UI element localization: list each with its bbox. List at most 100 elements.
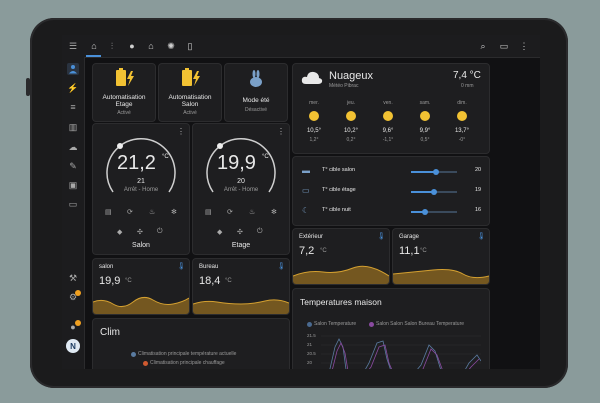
clim-card: Clim Climatisation principale températur… (92, 318, 290, 369)
fan-icon[interactable]: ✣ (137, 228, 143, 236)
lightning-icon[interactable]: ⚡ (67, 82, 79, 94)
search-icon[interactable]: ⌕ (477, 40, 489, 52)
forecast-high: 9,9° (419, 128, 431, 134)
sun-icon (346, 111, 356, 121)
power-icon[interactable]: ⏻ (257, 228, 263, 236)
forecast-low: 1,2° (309, 137, 319, 143)
sidebar: ☰ ⚡ ≡ ▥ ☁ ✎ ▣ ▭ ⚒ ⚙ ● N (62, 35, 85, 369)
auto-icon[interactable]: ⟳ (227, 208, 233, 216)
tile-automation-salon[interactable]: Automatisation Salon Activé (158, 63, 222, 122)
moon-icon: ☾ (302, 206, 310, 215)
thermostat-name: Salon (132, 242, 150, 249)
setpoint-value: 16 (475, 207, 482, 213)
sparkline (393, 269, 489, 284)
setpoint-slider[interactable] (411, 209, 457, 215)
forecast-day: sam. (419, 100, 431, 106)
thermometer-icon: 🌡 (177, 263, 186, 270)
setpoint-value: 19 (475, 187, 482, 193)
forecast-low: 0,5° (420, 137, 430, 143)
sensor-unit: °C (420, 248, 427, 254)
forecast-low: -1,1° (382, 137, 394, 143)
weather-location: Météo Pibrac (329, 83, 359, 89)
top-bar: ⌂ ⫶ ● ⌂ ✺ ▯ ⌕ ▭ ⋮ (84, 35, 540, 58)
sun-icon (309, 111, 319, 121)
calendar-icon[interactable]: ▤ (105, 208, 112, 216)
lightbulb-icon[interactable]: ✺ (165, 40, 177, 52)
menu-icon[interactable]: ☰ (67, 40, 79, 52)
weather-card[interactable]: Nuageux Météo Pibrac 7,4 °C 0 mm mer. 10… (292, 63, 490, 154)
tile-label-1: Automatisation (168, 94, 212, 101)
sensor-value: 18,4 (199, 275, 221, 287)
auto-icon[interactable]: ⟳ (127, 208, 133, 216)
sun-icon (457, 111, 467, 121)
sparkline (193, 299, 289, 314)
house-icon[interactable]: ⌂ (145, 40, 157, 52)
thermometer-icon: 🌡 (377, 233, 386, 240)
heat-icon[interactable]: ♨ (249, 208, 255, 216)
clim-title: Clim (100, 327, 120, 338)
forecast-high: 10,5° (306, 128, 322, 134)
legend-item: Salon Salon Salon Bureau Temperature (376, 321, 465, 327)
media-icon[interactable]: ▣ (67, 179, 79, 191)
forecast-day: mer. (309, 100, 319, 106)
list-icon[interactable]: ≡ (67, 101, 79, 113)
tile-label-1: Mode été (242, 97, 270, 104)
setpoint-label: T° cible étage (322, 187, 356, 193)
thermometer-icon: 🌡 (477, 233, 486, 240)
hvac-state: Arrêt - Home (223, 187, 259, 193)
power-icon[interactable]: ⏻ (157, 228, 163, 236)
setpoint-slider[interactable] (411, 169, 457, 175)
setpoint-slider[interactable] (411, 189, 457, 195)
sensor-card-garage[interactable]: Garage 🌡 11,1 °C (392, 228, 490, 285)
setpoint-label: T° cible salon (322, 167, 356, 173)
calendar-icon[interactable]: ▤ (205, 208, 212, 216)
drop-icon[interactable]: ◆ (117, 228, 122, 236)
sensor-unit: °C (125, 278, 132, 284)
weather-precip: 0 mm (461, 83, 474, 89)
user-icon[interactable]: ● (126, 40, 138, 52)
avatar[interactable]: N (66, 339, 80, 353)
terminal-icon[interactable]: ▭ (67, 198, 79, 210)
sensor-card-exterieur[interactable]: Extérieur 🌡 7,2 °C (292, 228, 390, 285)
sliders-icon[interactable]: ⫶ (106, 40, 118, 52)
chart-icon[interactable]: ▥ (67, 121, 79, 133)
hammer-icon[interactable]: ⚒ (67, 272, 79, 284)
legend-item: Climatisation principale température act… (138, 351, 237, 357)
thermostat-card-etage[interactable]: ⋮ 19,9 °C 20 Arrêt - Home ▤ ⟳ ♨ ✻ ◆ ✣ ⏻ … (192, 123, 290, 255)
more-icon[interactable]: ⋮ (518, 40, 530, 52)
chat-icon[interactable]: ▭ (498, 40, 510, 52)
snowflake-icon[interactable]: ✻ (271, 208, 277, 216)
tile-label-2: Etage (115, 101, 133, 108)
notification-badge-2 (75, 320, 81, 326)
thermostat-card-salon[interactable]: ⋮ 21,2 °C 21 Arrêt - Home ▤ ⟳ ♨ ✻ ◆ ✣ ⏻ … (92, 123, 190, 255)
weather-condition: Nuageux (329, 70, 374, 82)
person-icon[interactable] (67, 63, 79, 75)
sensor-value: 11,1 (399, 245, 420, 257)
dashboard-screen: ☰ ⚡ ≡ ▥ ☁ ✎ ▣ ▭ ⚒ ⚙ ● N ⌂ ⫶ ● ⌂ ✺ ▯ ⌕ ▭ … (62, 35, 540, 369)
trash-icon[interactable]: ▯ (184, 40, 196, 52)
thermostat-name: Etage (231, 242, 251, 249)
forecast-day: dim. (457, 100, 467, 106)
tile-status: Activé (117, 110, 131, 116)
tile-automation-etage[interactable]: Automatisation Etage Activé (92, 63, 156, 122)
forecast-high: 9,6° (382, 128, 394, 134)
sun-icon (420, 111, 430, 121)
snowflake-icon[interactable]: ✻ (171, 208, 177, 216)
sensor-value: 19,9 (99, 275, 121, 287)
sensor-value: 7,2 (299, 245, 315, 257)
sensor-card-salon[interactable]: salon 🌡 19,9 °C (92, 258, 190, 315)
tile-mode-ete[interactable]: Mode été Désactivé (224, 63, 288, 122)
cloud-icon[interactable]: ☁ (67, 141, 79, 153)
bed-icon: ▭ (302, 186, 310, 195)
home-icon[interactable]: ⌂ (88, 40, 100, 52)
fan-icon[interactable]: ✣ (237, 228, 243, 236)
sensor-card-bureau[interactable]: Bureau 🌡 18,4 °C (192, 258, 290, 315)
heat-icon[interactable]: ♨ (149, 208, 155, 216)
drop-icon[interactable]: ◆ (217, 228, 222, 236)
current-temp: 21,2 (117, 152, 156, 174)
tile-label-1: Automatisation (102, 94, 146, 101)
wrench-icon[interactable]: ✎ (67, 160, 79, 172)
temp-unit: °C (262, 154, 269, 160)
battery-charging-icon (182, 68, 200, 86)
sofa-icon: ▬ (302, 166, 310, 175)
